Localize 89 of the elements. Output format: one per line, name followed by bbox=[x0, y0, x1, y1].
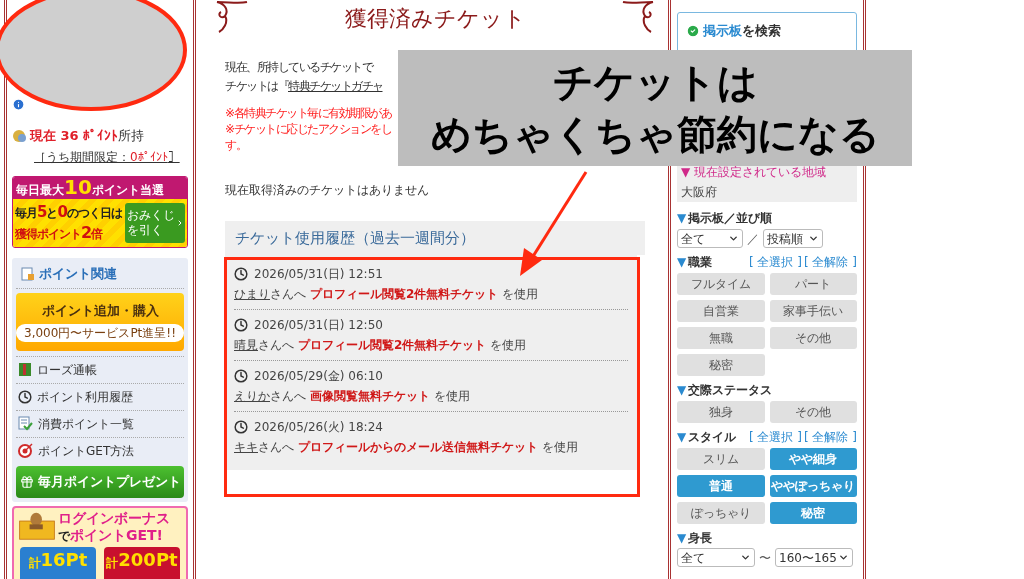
ticket-name: プロフィールからのメール送信無料チケット bbox=[298, 439, 538, 456]
points-menu-item[interactable]: ポイントGET方法 bbox=[16, 436, 184, 464]
filter-option[interactable]: フルタイム bbox=[677, 273, 765, 295]
select-all-link[interactable]: [ 全選択 ] bbox=[749, 253, 802, 271]
filter-option[interactable]: 無職 bbox=[677, 327, 765, 349]
select-field[interactable]: 全て bbox=[677, 548, 755, 567]
bonus-note: 3,000円〜サービスPt進呈!! bbox=[16, 324, 184, 343]
monthly-present-button[interactable]: 毎月ポイントプレゼント bbox=[16, 465, 184, 498]
filter-option[interactable]: その他 bbox=[769, 327, 857, 349]
history-text: を使用 bbox=[434, 388, 470, 405]
banner-double-text: 獲得ポイント 2倍 bbox=[15, 222, 104, 244]
history-text: さんへ bbox=[270, 286, 306, 303]
user-link[interactable]: ひまり bbox=[234, 285, 270, 303]
region-label: ▼ 現在設定されている地域 bbox=[681, 164, 827, 181]
history-text: を使用 bbox=[542, 439, 578, 456]
filter-option[interactable]: 普通 bbox=[677, 475, 765, 497]
callout-box: チケットは めちゃくちゃ節約になる bbox=[398, 50, 912, 166]
separator: 〜 bbox=[759, 549, 771, 567]
filter-option[interactable]: やや細身 bbox=[769, 448, 857, 470]
history-time: 2026/05/29(金) 06:10 bbox=[254, 368, 383, 385]
section-title: 交際ステータス bbox=[688, 382, 773, 399]
filter-option[interactable]: ややぽっちゃり bbox=[769, 475, 857, 497]
history-time: 2026/05/31(日) 12:50 bbox=[254, 317, 383, 334]
intro-text: チケットは『特典チケットガチャ bbox=[225, 78, 383, 95]
select-all-link[interactable]: [ 全選択 ] bbox=[749, 428, 802, 446]
history-text: さんへ bbox=[258, 439, 294, 456]
points-menu-item[interactable]: ポイント利用履歴 bbox=[16, 382, 184, 410]
login-bonus-banner[interactable]: ログインボーナス でポイントGET! 計16Pt 計200Pt bbox=[12, 505, 188, 579]
filter-option[interactable]: ぽっちゃり bbox=[677, 502, 765, 524]
limited-points-link[interactable]: ［うち期間限定：0ﾎﾟｲﾝﾄ］ bbox=[34, 147, 180, 166]
history-text: さんへ bbox=[270, 388, 306, 405]
buy-points-button[interactable]: ポイント追加・購入 3,000円〜サービスPt進呈!! bbox=[16, 292, 184, 351]
notice-text: す。 bbox=[225, 137, 246, 153]
points-balance: 現在 36 ﾎﾟｲﾝﾄ所持 bbox=[30, 127, 145, 145]
section-title: スタイル bbox=[688, 429, 737, 446]
filter-option[interactable]: 秘密 bbox=[677, 354, 765, 376]
history-header: チケット使用履歴（過去一週間分） bbox=[225, 221, 645, 255]
history-text: を使用 bbox=[502, 286, 539, 303]
empty-message: 現在取得済みのチケットはありません bbox=[225, 182, 429, 199]
bonus-tile: 計16Pt bbox=[20, 546, 96, 579]
filter-option[interactable]: パート bbox=[769, 273, 857, 295]
search-title: 掲示板を検索 bbox=[703, 22, 781, 40]
user-link[interactable]: キキ bbox=[234, 438, 258, 456]
board-link[interactable]: 掲示板 bbox=[703, 23, 742, 38]
history-time: 2026/05/31(日) 12:51 bbox=[254, 266, 383, 283]
select-field[interactable]: 投稿順 bbox=[763, 229, 823, 248]
ticket-name: 画像閲覧無料チケット bbox=[310, 388, 430, 405]
section-marker: ▼ bbox=[677, 429, 687, 446]
notice-text: ※各特典チケット毎に有効期限があ bbox=[225, 105, 392, 121]
omikuji-button[interactable]: おみくじを引く bbox=[125, 202, 185, 243]
user-link[interactable]: 晴見 bbox=[234, 336, 258, 354]
filter-option[interactable]: 独身 bbox=[677, 401, 765, 423]
filter-option[interactable]: 自営業 bbox=[677, 300, 765, 322]
filter-option[interactable]: その他 bbox=[769, 401, 857, 423]
clear-all-link[interactable]: [ 全解除 ] bbox=[804, 253, 857, 271]
section-marker: ▼ bbox=[677, 382, 687, 399]
filter-option[interactable]: 家事手伝い bbox=[769, 300, 857, 322]
history-text: さんへ bbox=[258, 337, 294, 354]
banner-headline: 毎日最大10ポイント当選 bbox=[16, 176, 164, 199]
filter-option[interactable]: スリム bbox=[677, 448, 765, 470]
intro-text: 現在、所持しているチケットで bbox=[225, 59, 372, 76]
section-marker: ▼ bbox=[677, 530, 687, 547]
bonus-tile: 計200Pt bbox=[104, 546, 180, 579]
section-title: 身長 bbox=[688, 530, 713, 547]
section-marker: ▼ bbox=[677, 210, 687, 227]
ticket-name: プロフィール閲覧2件無料チケット bbox=[298, 337, 487, 354]
region-value: 大阪府 bbox=[681, 184, 717, 201]
separator: ／ bbox=[747, 230, 759, 248]
ticket-gacha-link[interactable]: 特典チケットガチャ bbox=[288, 79, 383, 93]
banner-campaign-text: 毎月5と0のつく日は bbox=[15, 201, 122, 223]
notice-text: ※チケットに応じたアクションをし bbox=[225, 121, 392, 137]
login-bonus-subtitle: でポイントGET! bbox=[58, 527, 164, 545]
section-marker: ▼ bbox=[677, 254, 687, 271]
select-field[interactable]: 160〜165 bbox=[775, 548, 853, 567]
login-bonus-title: ログインボーナス bbox=[58, 509, 170, 527]
ticket-name: プロフィール閲覧2件無料チケット bbox=[310, 286, 499, 303]
user-link[interactable]: えりか bbox=[234, 387, 270, 405]
points-menu-item[interactable]: ローズ通帳 bbox=[16, 355, 184, 383]
clear-all-link[interactable]: [ 全解除 ] bbox=[804, 428, 857, 446]
history-time: 2026/05/26(火) 18:24 bbox=[254, 419, 383, 436]
points-menu-item[interactable]: 消費ポイント一覧 bbox=[16, 409, 184, 437]
history-text: を使用 bbox=[490, 337, 527, 354]
page-title: 獲得済みチケット bbox=[344, 5, 526, 33]
select-field[interactable]: 全て bbox=[677, 229, 743, 248]
lottery-banner[interactable]: 毎日最大10ポイント当選 毎月5と0のつく日は 獲得ポイント 2倍 おみくじを引く bbox=[12, 175, 188, 248]
points-panel-title: ポイント関連 bbox=[39, 264, 117, 283]
filter-option[interactable]: 秘密 bbox=[769, 502, 857, 524]
section-title: 職業 bbox=[688, 254, 713, 271]
section-title: 掲示板／並び順 bbox=[688, 210, 773, 227]
